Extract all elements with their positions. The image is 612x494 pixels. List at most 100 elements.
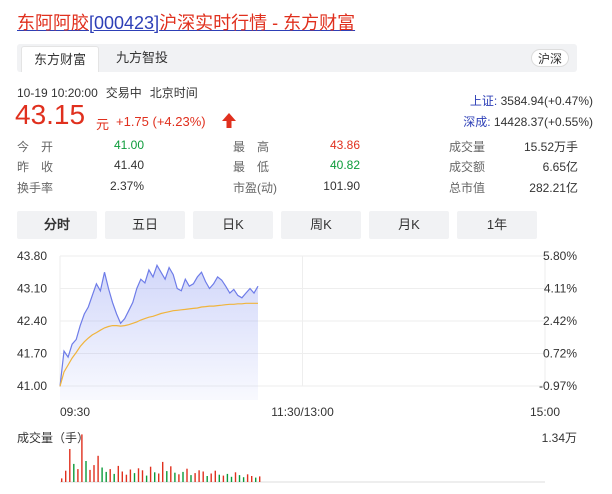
quote-datetime: 10-19 10:20:00 — [17, 86, 98, 100]
low-value: 40.82 — [329, 158, 360, 172]
volume-bar — [246, 474, 249, 482]
arrow-up-icon — [222, 113, 236, 128]
stock-code: [000423] — [89, 13, 160, 33]
price-area-fill — [60, 265, 258, 400]
time-tick-label: 09:30 — [60, 405, 90, 419]
amount-label: 成交额 — [449, 160, 486, 174]
volume-bar — [81, 434, 83, 482]
volume-bar — [117, 465, 119, 482]
volume-bar — [61, 478, 63, 482]
volume-bar — [137, 468, 140, 482]
turnover-rate-value: 2.37% — [109, 179, 144, 193]
volume-bar — [85, 461, 87, 482]
volume-bar — [69, 449, 71, 482]
tab-eastmoney[interactable]: 东方财富 — [21, 46, 100, 72]
time-tick-label: 15:00 — [530, 405, 560, 419]
tab-jiufang[interactable]: 九方智投 — [116, 44, 168, 72]
percent-tick-label: 4.11% — [544, 282, 577, 296]
index-value: 14428.37(+0.55%) — [493, 115, 593, 129]
volume-bar — [125, 474, 128, 482]
page-title[interactable]: 东阿阿胶[000423]沪深实时行情 - 东方财富 — [17, 9, 355, 35]
percent-tick-label: 5.80% — [543, 249, 577, 263]
current-price: 43.15 — [15, 99, 86, 130]
turnover-rate-label: 换手率 — [17, 181, 54, 195]
volume-bar — [97, 455, 99, 482]
price-area — [60, 265, 258, 400]
time-tick-label: 11:30/13:00 — [271, 405, 334, 419]
high-value: 43.86 — [329, 138, 360, 152]
volume-bar — [210, 473, 212, 482]
volume-bar — [109, 469, 111, 482]
price-tick-label: 42.40 — [17, 314, 47, 328]
volume-bar — [162, 461, 164, 482]
volume-bar — [218, 474, 220, 482]
market-cap-value: 282.21亿 — [529, 181, 578, 195]
tab-intraday[interactable]: 分时 — [17, 211, 97, 239]
volume-bar — [186, 468, 188, 482]
source-tab-bar: 东方财富 九方智投 沪深 — [17, 44, 577, 72]
volume-bar — [214, 470, 216, 482]
volume-bar — [113, 473, 115, 482]
volume-bar — [222, 475, 225, 482]
intraday-chart[interactable]: 43.80 43.10 42.40 41.70 41.00 5.80% 4.11% 2.42… — [0, 244, 612, 494]
market-badge[interactable]: 沪深 — [530, 49, 569, 67]
tab-daily-k[interactable]: 日K — [193, 211, 273, 239]
title-suffix: 沪深实时行情 - 东方财富 — [159, 13, 356, 33]
index-name[interactable]: 深成: — [463, 115, 490, 129]
volume-bar — [206, 476, 208, 482]
volume-bar — [158, 473, 160, 482]
percent-tick-label: 0.72% — [543, 347, 577, 361]
volume-value: 15.52万手 — [523, 140, 578, 154]
index-shenzhen[interactable]: 深成: 14428.37(+0.55%) — [463, 113, 593, 130]
prev-close-label: 昨 收 — [17, 160, 54, 174]
volume-bar — [170, 466, 172, 482]
volume-bar — [238, 475, 241, 482]
volume-axis-title: 成交量（手） — [17, 430, 89, 445]
price-tick-label: 41.00 — [17, 379, 47, 393]
volume-bar — [255, 477, 257, 482]
tab-monthly-k[interactable]: 月K — [369, 211, 449, 239]
index-value: 3584.94(+0.47%) — [500, 94, 593, 108]
volume-bar — [141, 470, 144, 482]
time-axis-labels: 09:30 11:30/13:00 15:00 — [60, 405, 560, 419]
volume-bar — [154, 472, 156, 482]
volume-bar — [182, 471, 184, 482]
volume-bar — [242, 477, 245, 482]
volume-bar — [105, 471, 107, 482]
stock-name: 东阿阿胶 — [17, 13, 89, 33]
index-name[interactable]: 上证: — [470, 94, 497, 108]
volume-bar — [234, 472, 237, 482]
tab-five-day[interactable]: 五日 — [105, 211, 185, 239]
volume-bar — [166, 471, 168, 482]
high-label: 最 高 — [233, 140, 270, 154]
volume-bar — [149, 466, 152, 482]
open-label: 今 开 — [17, 140, 54, 154]
percent-tick-label: 2.42% — [543, 314, 577, 328]
percent-tick-label: -0.97% — [539, 379, 577, 393]
price-change: +1.75 (+4.23%) — [116, 114, 206, 129]
volume-bar — [145, 475, 148, 482]
volume-bar — [259, 476, 261, 482]
volume-bar — [93, 465, 95, 482]
volume-bar — [77, 469, 79, 482]
volume-bar — [178, 474, 180, 482]
volume-bar — [194, 473, 196, 482]
pe-value: 101.90 — [323, 179, 360, 193]
volume-bar — [230, 476, 233, 482]
index-shanghai[interactable]: 上证: 3584.94(+0.47%) — [470, 92, 593, 109]
price-unit: 元 — [96, 117, 110, 132]
volume-bar — [89, 469, 91, 482]
tab-weekly-k[interactable]: 周K — [281, 211, 361, 239]
market-cap-label: 总市值 — [449, 181, 486, 195]
price-tick-label: 43.10 — [17, 282, 47, 296]
volume-bar — [226, 473, 229, 482]
open-value: 41.00 — [113, 138, 144, 152]
amount-value: 6.65亿 — [542, 160, 578, 174]
low-label: 最 低 — [233, 160, 270, 174]
price-tick-label: 43.80 — [17, 249, 47, 263]
volume-bar — [198, 470, 200, 482]
volume-bar — [174, 472, 176, 482]
prev-close-value: 41.40 — [113, 158, 144, 172]
tab-one-year[interactable]: 1年 — [457, 211, 537, 239]
volume-bar — [121, 471, 123, 482]
